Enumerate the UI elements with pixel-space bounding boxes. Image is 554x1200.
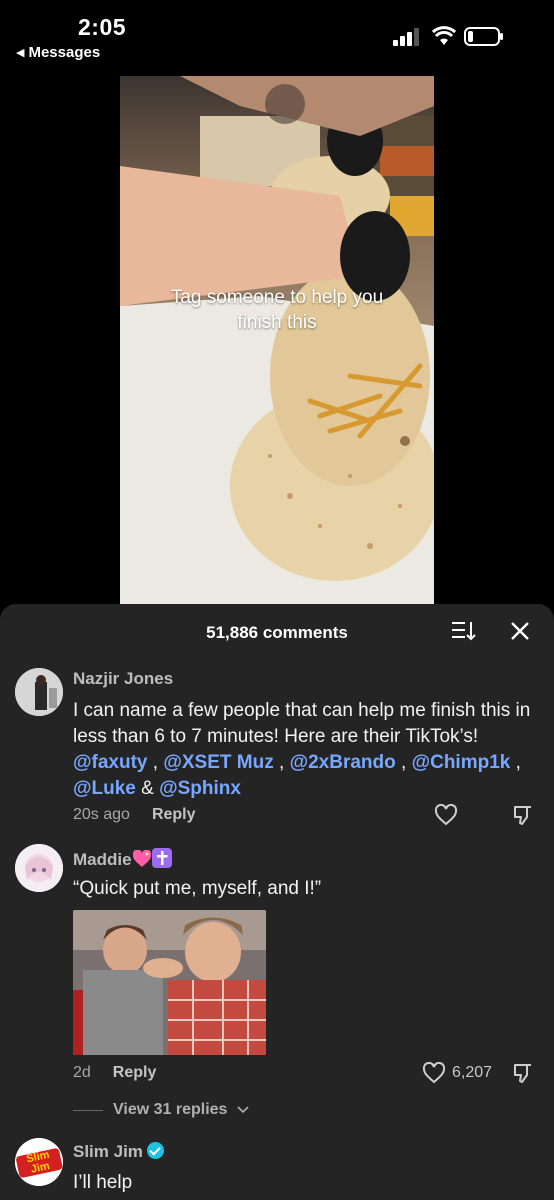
- comment-meta: 20s ago Reply: [73, 806, 196, 824]
- verified-badge-icon: [146, 1142, 164, 1159]
- close-icon[interactable]: [509, 620, 531, 642]
- video-caption: Tag someone to help you finish this: [170, 287, 384, 333]
- avatar[interactable]: [15, 844, 63, 892]
- battery-icon: [464, 27, 503, 46]
- dislike-icon[interactable]: [512, 1062, 534, 1084]
- comments-header: 51,886 comments: [0, 604, 554, 660]
- mention-link[interactable]: @Luke: [73, 778, 136, 799]
- status-bar: 2:05 ◀ Messages: [0, 0, 554, 70]
- mention-link[interactable]: @XSET Muz: [163, 752, 273, 773]
- cellular-signal-icon: [393, 28, 419, 46]
- sparkling-heart-icon: [132, 850, 151, 867]
- like-heart-icon[interactable]: [434, 804, 458, 826]
- mention-link[interactable]: @Chimp1k: [412, 752, 511, 773]
- mention-link[interactable]: @2xBrando: [290, 752, 396, 773]
- dislike-icon[interactable]: [512, 804, 534, 826]
- video-player[interactable]: Tag someone to help you finish this: [120, 76, 434, 606]
- video-frame-image: [120, 76, 434, 606]
- reply-button[interactable]: Reply: [152, 806, 196, 824]
- like-button[interactable]: 6,207: [422, 1062, 492, 1084]
- comment-text: “Quick put me, myself, and I!”: [73, 878, 322, 899]
- comments-sheet: 51,886 comments Nazjir Jones I can name …: [0, 604, 554, 1200]
- sort-icon[interactable]: [451, 620, 477, 642]
- wifi-icon: [432, 26, 456, 45]
- chevron-down-icon: [237, 1106, 250, 1114]
- avatar[interactable]: Slim Jim: [15, 1138, 63, 1186]
- comment-gif-image[interactable]: [73, 910, 266, 1055]
- comment-author[interactable]: Nazjir Jones: [73, 669, 173, 689]
- comment-author[interactable]: Slim Jim: [73, 1142, 164, 1162]
- comment-item: Maddie “Quick put me, myself, and I!” 2d…: [0, 844, 554, 1118]
- comment-author[interactable]: Maddie: [73, 848, 172, 870]
- back-to-messages-button[interactable]: ◀ Messages: [16, 44, 100, 61]
- comment-time: 2d: [73, 1064, 91, 1081]
- mention-link[interactable]: @faxuty: [73, 752, 148, 773]
- reply-button[interactable]: Reply: [113, 1064, 157, 1082]
- comment-meta: 2d Reply: [73, 1064, 156, 1082]
- clock: 2:05: [78, 14, 127, 40]
- avatar[interactable]: [15, 668, 63, 716]
- mention-link[interactable]: @Sphinx: [159, 778, 241, 799]
- like-heart-icon: [422, 1062, 446, 1084]
- comment-time: 20s ago: [73, 806, 130, 823]
- like-count: 6,207: [452, 1064, 493, 1081]
- comment-item: Nazjir Jones I can name a few people tha…: [0, 662, 554, 832]
- comment-text: I’ll help: [73, 1172, 133, 1193]
- comment-text: I can name a few people that can help me…: [73, 700, 531, 799]
- back-label: Messages: [28, 44, 101, 61]
- comment-item: Slim Jim Slim Jim I’ll help: [0, 1132, 554, 1200]
- divider: [73, 1109, 103, 1111]
- back-triangle-icon: ◀: [16, 47, 25, 59]
- latin-cross-icon: [151, 848, 172, 868]
- view-replies-button[interactable]: View 31 replies: [73, 1101, 250, 1119]
